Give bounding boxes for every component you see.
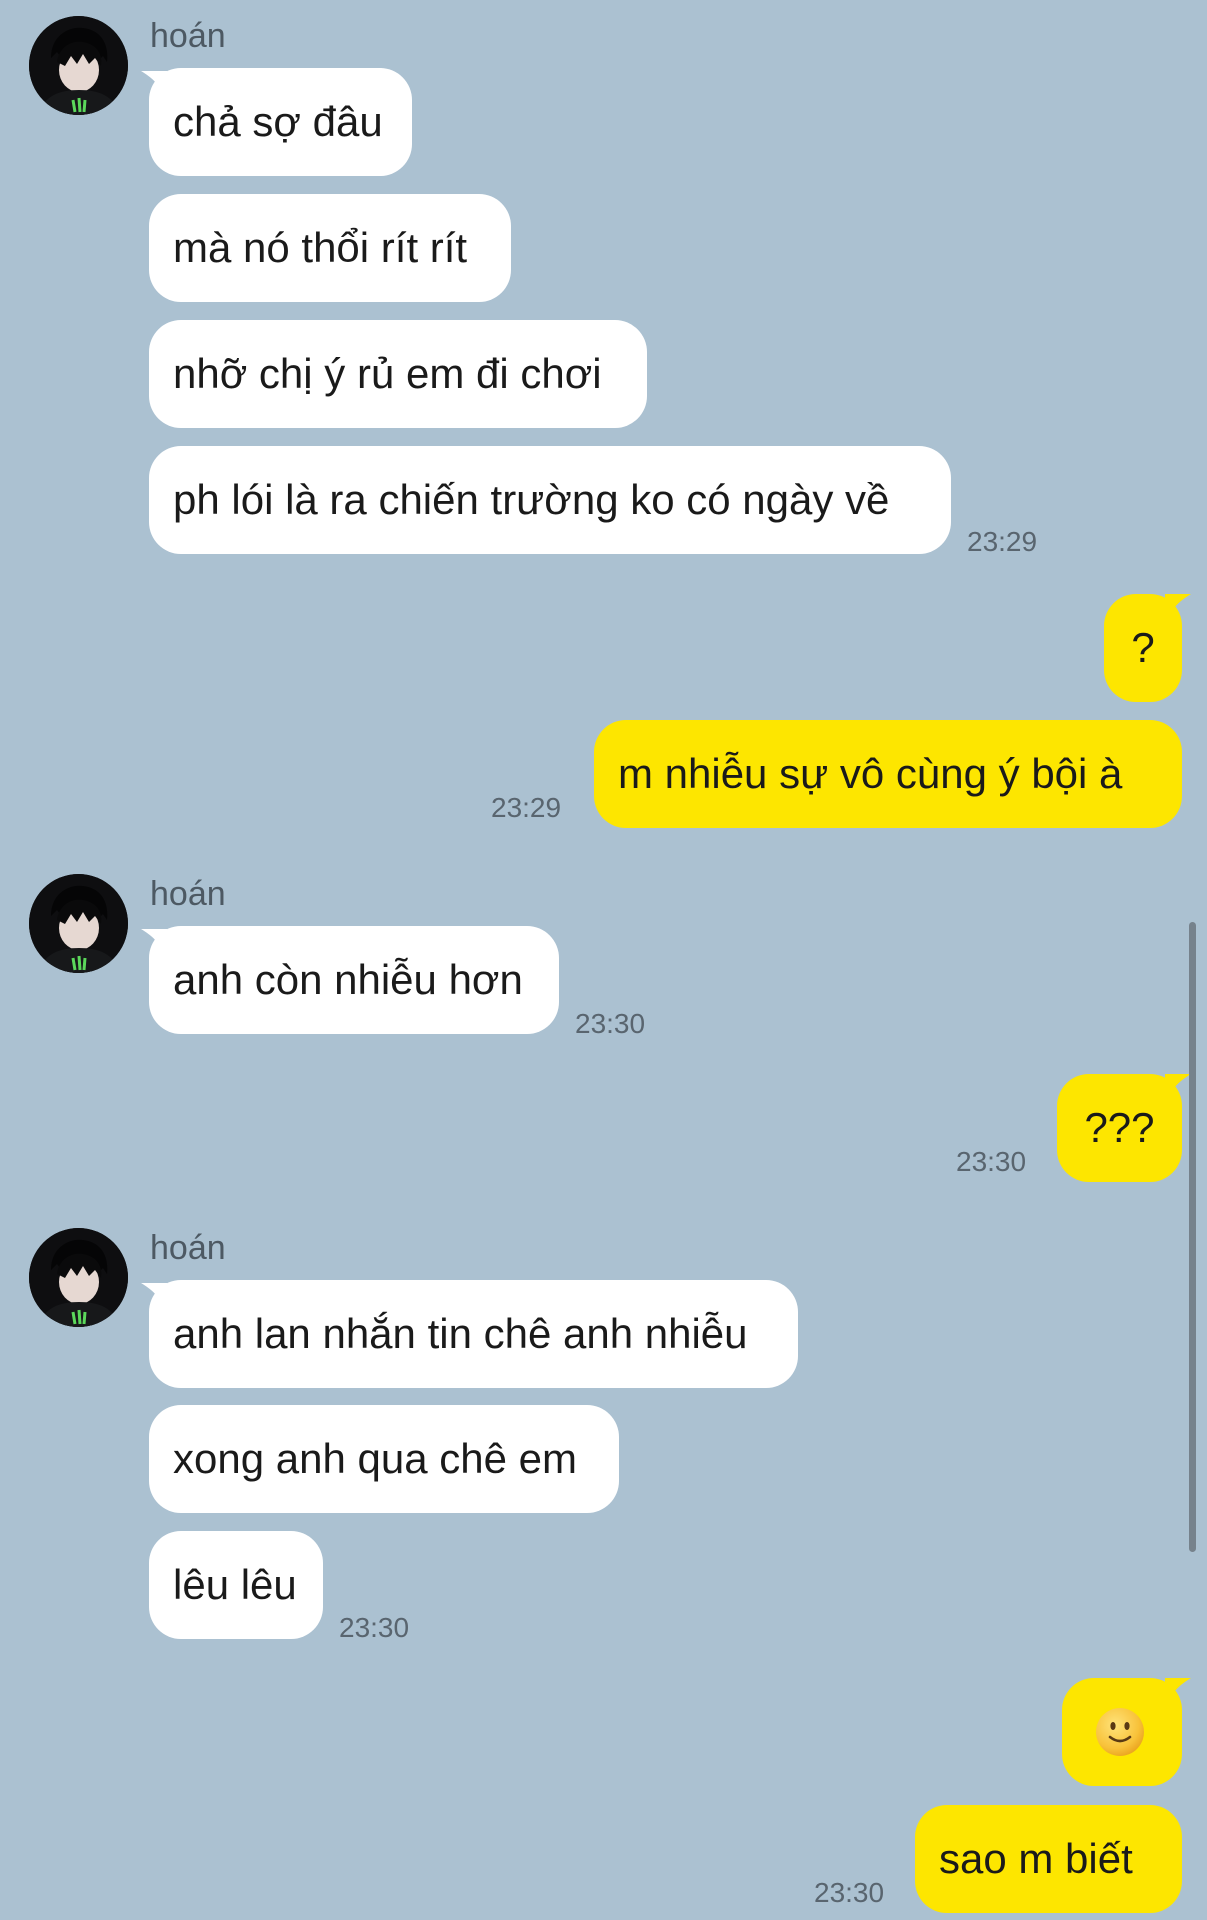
message-timestamp: 23:29 [491, 792, 562, 823]
slightly-smiling-face-icon [1096, 1708, 1144, 1756]
avatar-image [29, 16, 128, 115]
scrollbar[interactable] [1189, 922, 1196, 1552]
contact-avatar[interactable] [29, 1228, 128, 1327]
contact-name: hoán [150, 875, 226, 913]
contact-name: hoán [150, 1229, 226, 1267]
message-timestamp: 23:30 [956, 1146, 1027, 1177]
avatar-image [29, 874, 128, 973]
contact-avatar[interactable] [29, 874, 128, 973]
chat-view[interactable]: hoán chả sợ đâu mà nó thổi rít rít nhỡ c… [0, 0, 1207, 1920]
contact-avatar[interactable] [29, 16, 128, 115]
message-bubble[interactable]: nhỡ chị ý rủ em đi chơi [149, 320, 647, 428]
message-bubble[interactable]: ? [1104, 594, 1182, 702]
message-bubble[interactable]: anh còn nhiễu hơn [149, 926, 559, 1034]
message-bubble[interactable]: mà nó thổi rít rít [149, 194, 511, 302]
message-bubble[interactable]: sao m biết [915, 1805, 1182, 1913]
message-bubble[interactable]: xong anh qua chê em [149, 1405, 619, 1513]
contact-name: hoán [150, 17, 226, 55]
message-bubble[interactable]: lêu lêu [149, 1531, 323, 1639]
avatar-image [29, 1228, 128, 1327]
message-timestamp: 23:30 [339, 1612, 410, 1643]
message-bubble[interactable]: ph lói là ra chiến trường ko có ngày về [149, 446, 951, 554]
message-timestamp: 23:30 [814, 1877, 885, 1908]
message-bubble[interactable]: anh lan nhắn tin chê anh nhiễu [149, 1280, 798, 1388]
message-bubble[interactable]: ??? [1057, 1074, 1182, 1182]
message-timestamp: 23:30 [575, 1008, 646, 1039]
message-bubble[interactable]: chả sợ đâu [149, 68, 412, 176]
message-bubble[interactable]: m nhiễu sự vô cùng ý bội à [594, 720, 1182, 828]
message-timestamp: 23:29 [967, 526, 1038, 557]
